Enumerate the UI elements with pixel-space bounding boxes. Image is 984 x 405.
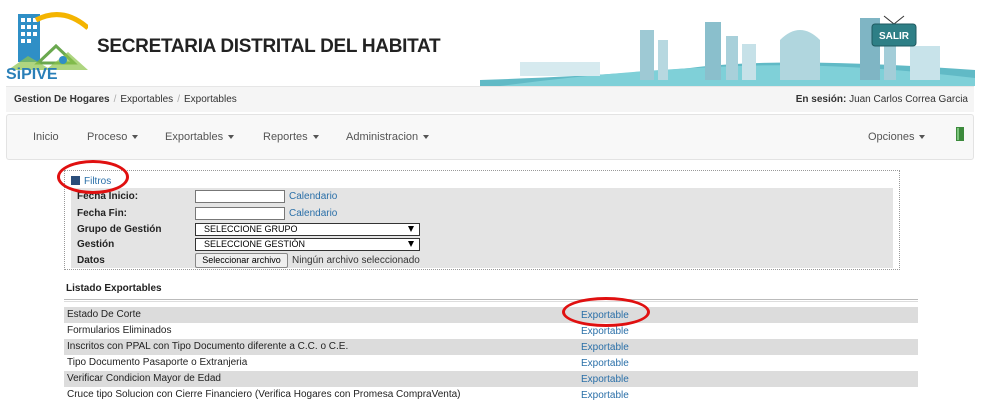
dropdown-arrow-icon [408, 226, 414, 232]
breadcrumb-bar: Gestion De Hogares / Exportables / Exportabl… [6, 86, 974, 112]
fecha-inicio-input[interactable] [195, 190, 285, 203]
exportables-list: Estado De Corte Exportable Formularios E… [64, 307, 918, 403]
fecha-fin-calendar-link[interactable]: Calendario [289, 208, 337, 219]
breadcrumb: Gestion De Hogares / Exportables / Exportabl… [14, 94, 237, 105]
list-item: Tipo Documento Pasaporte o Extranjeria E… [64, 355, 918, 371]
main-nav: Inicio Proceso Exportables Reportes Admi… [6, 114, 974, 160]
session-info: En sesión: Juan Carlos Correa Garcia [796, 94, 968, 105]
dropdown-arrow-icon [408, 241, 414, 247]
gestion-select[interactable]: SELECCIONE GESTIÓN [195, 238, 420, 251]
list-item: Verificar Condicion Mayor de Edad Export… [64, 371, 918, 387]
breadcrumb-item-exportables[interactable]: Exportables [120, 94, 173, 105]
breadcrumb-separator: / [113, 94, 117, 105]
list-item-name: Cruce tipo Solucion con Cierre Financier… [67, 389, 461, 400]
list-item: Cruce tipo Solucion con Cierre Financier… [64, 387, 918, 403]
nav-item-exportables[interactable]: Exportables [165, 131, 235, 143]
caret-down-icon [312, 135, 319, 140]
nav-item-administracion[interactable]: Administracion [346, 131, 430, 143]
exportable-link[interactable]: Exportable [581, 326, 629, 337]
page-title: SECRETARIA DISTRITAL DEL HABITAT [97, 36, 441, 57]
fecha-fin-input[interactable] [195, 207, 285, 220]
session-label: En sesión: [795, 94, 847, 105]
caret-down-icon [228, 135, 235, 140]
annotation-circle-filtros [57, 160, 129, 194]
file-status-text: Ningún archivo seleccionado [292, 255, 420, 266]
nav-item-proceso[interactable]: Proceso [87, 131, 139, 143]
caret-down-icon [423, 135, 430, 140]
caret-down-icon [132, 135, 139, 140]
breadcrumb-separator: / [177, 94, 180, 105]
exportable-link[interactable]: Exportable [581, 358, 629, 369]
breadcrumb-item-current: Exportables [183, 94, 237, 105]
sipive-logo-text: SiPIVE [6, 66, 58, 83]
session-user: Juan Carlos Correa Garcia [849, 94, 968, 105]
filters-box: Filtros Fecha Inicio: Calendario Fecha F… [64, 170, 900, 270]
datos-label: Datos [77, 255, 105, 266]
grupo-gestion-label: Grupo de Gestión [77, 224, 162, 235]
nav-item-inicio[interactable]: Inicio [33, 131, 59, 143]
list-item-name: Estado De Corte [67, 309, 141, 320]
list-item-name: Formularios Eliminados [67, 325, 172, 336]
exportable-link[interactable]: Exportable [581, 374, 629, 385]
list-item-name: Inscritos con PPAL con Tipo Documento di… [67, 341, 349, 352]
header-banner: SiPIVE SECRETARIA DISTRITAL DEL HABITAT … [0, 0, 984, 86]
list-item: Estado De Corte Exportable [64, 307, 918, 323]
gestion-label: Gestión [77, 239, 115, 250]
salir-logout-sign[interactable]: SALIR [868, 14, 920, 48]
fecha-fin-label: Fecha Fin: [77, 208, 128, 219]
nav-item-reportes[interactable]: Reportes [263, 131, 319, 143]
list-item: Inscritos con PPAL con Tipo Documento di… [64, 339, 918, 355]
list-divider [64, 299, 918, 302]
caret-down-icon [919, 135, 926, 140]
list-item-name: Verificar Condicion Mayor de Edad [67, 373, 221, 384]
breadcrumb-item-gestion-hogares[interactable]: Gestion De Hogares [14, 94, 110, 105]
list-item: Formularios Eliminados Exportable [64, 323, 918, 339]
nav-item-opciones[interactable]: Opciones [868, 131, 926, 143]
list-title: Listado Exportables [66, 283, 162, 294]
exportable-link[interactable]: Exportable [581, 390, 629, 401]
filters-panel: Fecha Inicio: Calendario Fecha Fin: Cale… [71, 188, 893, 268]
fecha-inicio-calendar-link[interactable]: Calendario [289, 191, 337, 202]
book-icon[interactable] [955, 127, 965, 141]
grupo-gestion-select[interactable]: SELECCIONE GRUPO [195, 223, 420, 236]
salir-label: SALIR [879, 31, 910, 42]
exportable-link[interactable]: Exportable [581, 342, 629, 353]
gestion-selected: SELECCIONE GESTIÓN [204, 239, 306, 249]
annotation-circle-exportable [562, 297, 650, 327]
list-item-name: Tipo Documento Pasaporte o Extranjeria [67, 357, 248, 368]
select-file-button[interactable]: Seleccionar archivo [195, 253, 288, 268]
grupo-gestion-selected: SELECCIONE GRUPO [204, 224, 298, 234]
